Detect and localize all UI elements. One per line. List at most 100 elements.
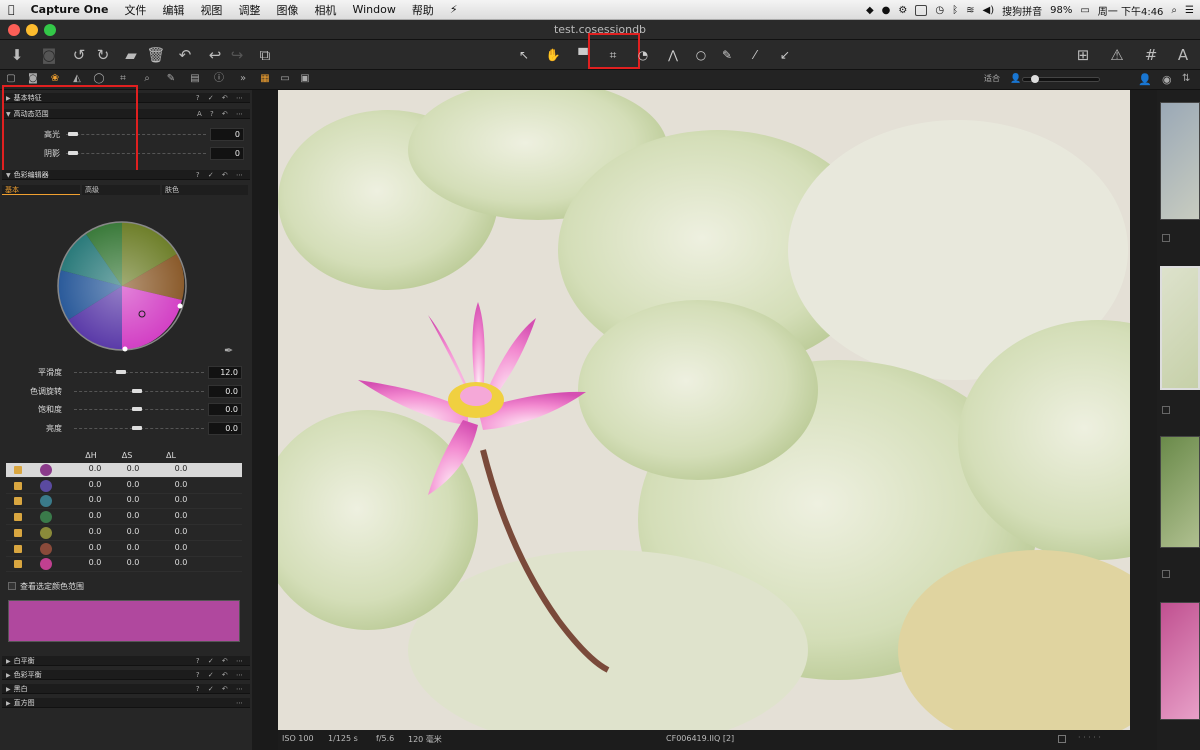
more-tabs-icon[interactable]: » — [236, 72, 250, 86]
exposure-tab-icon[interactable]: ◭ — [70, 72, 84, 86]
status-checkbox[interactable] — [1058, 735, 1066, 743]
grid-icon[interactable]: # — [1140, 45, 1162, 65]
menu-file[interactable]: 文件 — [116, 2, 154, 18]
smoothness-slider[interactable] — [74, 372, 204, 373]
header-tool-icons[interactable]: ? ✓ ↶ ⋯ — [196, 684, 246, 694]
brush-tool-icon[interactable]: ✎ — [718, 47, 736, 63]
battery-percent[interactable]: 98% — [1050, 5, 1072, 16]
qq-icon[interactable]: ● — [882, 5, 891, 16]
tab-skin-tone[interactable]: 肤色 — [162, 185, 248, 195]
lens-tab-icon[interactable]: ◯ — [92, 72, 106, 86]
header-tool-icons[interactable]: ⋯ — [236, 698, 246, 708]
thumbnail-checkbox[interactable] — [1162, 570, 1170, 578]
exposure-warning-icon[interactable]: ⚠ — [1106, 45, 1128, 65]
saturation-slider-handle[interactable] — [132, 407, 142, 411]
menu-edit[interactable]: 编辑 — [154, 2, 192, 18]
text-icon[interactable]: A — [1172, 45, 1194, 65]
battery-icon[interactable]: ▭ — [1080, 5, 1089, 16]
local-adjust-tab-icon[interactable]: ✎ — [164, 72, 178, 86]
copy-settings-icon[interactable]: ⧉ — [254, 45, 276, 65]
color-range-swatch[interactable] — [40, 558, 52, 571]
tab-basic[interactable]: 基本 — [2, 185, 80, 195]
wheel-range-handle-bottom[interactable] — [122, 346, 128, 352]
color-range-row[interactable]: 0.0 0.0 0.0 — [6, 557, 242, 573]
color-range-swatch[interactable] — [40, 526, 52, 539]
smoothness-value[interactable]: 12.0 — [208, 366, 242, 379]
eyedropper-icon[interactable]: ✒ — [224, 344, 233, 357]
thumbnail-3[interactable] — [1160, 436, 1200, 548]
color-range-swatch[interactable] — [40, 495, 52, 508]
color-range-row[interactable]: 0.0 0.0 0.0 — [6, 510, 242, 526]
keystone-tool-icon[interactable]: ⋀ — [664, 47, 682, 63]
sort-icon[interactable]: ⇅ — [1182, 73, 1190, 84]
thumbnail-checkbox[interactable] — [1162, 234, 1170, 242]
rotate-right-icon[interactable]: ↻ — [92, 45, 114, 65]
thumbnail-1[interactable] — [1160, 102, 1200, 220]
hue-rotation-value[interactable]: 0.0 — [208, 385, 242, 398]
header-tool-icons[interactable]: ? ✓ ↶ ⋯ — [196, 93, 246, 103]
trash-icon[interactable]: 🗑 — [145, 45, 167, 65]
color-range-swatch[interactable] — [40, 479, 52, 492]
color-range-swatch[interactable] — [40, 511, 52, 524]
gear-icon[interactable]: ⚙ — [898, 5, 907, 16]
thumbnail-4[interactable] — [1160, 602, 1200, 720]
color-tab-icon[interactable]: ❀ — [48, 72, 62, 86]
menu-adjust[interactable]: 调整 — [230, 2, 268, 18]
menu-help[interactable]: 帮助 — [404, 2, 442, 18]
color-range-row[interactable]: 0.0 0.0 0.0 — [6, 463, 242, 478]
clock-text[interactable]: 周一 下午4:46 — [1098, 3, 1164, 18]
wheel-range-handle-right[interactable] — [177, 303, 183, 309]
color-range-checkbox[interactable] — [14, 481, 22, 490]
volume-icon[interactable]: ◀) — [983, 5, 995, 16]
layout-grid-icon[interactable]: ⊞ — [1072, 45, 1094, 65]
rating-dots-icon[interactable]: · · · · · — [1078, 733, 1101, 742]
color-range-checkbox[interactable] — [14, 528, 22, 537]
person-large-icon[interactable]: 👤 — [1138, 73, 1152, 86]
metadata-tab-icon[interactable]: ⓘ — [212, 72, 226, 86]
rotate-left-icon[interactable]: ↺ — [68, 45, 90, 65]
tab-advanced[interactable]: 高级 — [82, 185, 160, 195]
menu-view[interactable]: 视图 — [192, 2, 230, 18]
saturation-value[interactable]: 0.0 — [208, 403, 242, 416]
color-balance-header[interactable]: ▶ 色彩平衡 ? ✓ ↶ ⋯ — [2, 670, 250, 680]
color-range-checkbox[interactable] — [14, 466, 22, 474]
zoom-slider-handle[interactable] — [1031, 75, 1039, 83]
thumbnail-2-selected[interactable] — [1160, 266, 1200, 390]
color-range-row[interactable]: 0.0 0.0 0.0 — [6, 526, 242, 541]
white-balance-header[interactable]: ▶ 白平衡 ? ✓ ↶ ⋯ — [2, 656, 250, 666]
reset-icon[interactable]: ↶ — [174, 45, 196, 65]
color-range-swatch[interactable] — [40, 464, 52, 476]
header-tool-icons[interactable]: A ? ↶ ⋯ — [197, 109, 246, 119]
spot-removal-icon[interactable]: ○ — [692, 47, 710, 63]
lotus-photo[interactable] — [278, 90, 1130, 730]
select-tool-icon[interactable]: ↖ — [515, 47, 533, 63]
single-view-icon[interactable]: ▭ — [278, 72, 292, 86]
header-tool-icons[interactable]: ? ✓ ↶ ⋯ — [196, 170, 246, 180]
color-range-row[interactable]: 0.0 0.0 0.0 — [6, 494, 242, 510]
eye-icon[interactable]: ◉ — [1162, 73, 1172, 86]
color-editor-header[interactable]: ▼ 色彩编辑器 ? ✓ ↶ ⋯ — [2, 170, 250, 180]
grid-view-icon[interactable]: ▦ — [258, 72, 272, 86]
lightness-slider-handle[interactable] — [132, 426, 142, 430]
menu-window[interactable]: Window — [344, 3, 403, 16]
highlight-value[interactable]: 0 — [210, 128, 244, 141]
menu-camera[interactable]: 相机 — [306, 2, 344, 18]
redo-icon[interactable]: ↪ — [226, 45, 248, 65]
hue-rotation-slider-handle[interactable] — [132, 389, 142, 393]
adjustments-tab-icon[interactable]: ▤ — [188, 72, 202, 86]
capture-tab-icon[interactable]: ◙ — [26, 72, 40, 86]
bolt-icon[interactable]: ⚡ — [442, 3, 466, 16]
lightness-value[interactable]: 0.0 — [208, 422, 242, 435]
menu-image[interactable]: 图像 — [268, 2, 306, 18]
bluetooth-icon[interactable]: ᛒ — [952, 5, 958, 16]
picker-tool-icon[interactable]: ⁄ — [746, 47, 764, 63]
shadow-value[interactable]: 0 — [210, 147, 244, 160]
zoom-slider[interactable] — [1022, 75, 1100, 83]
header-tool-icons[interactable]: ? ✓ ↶ ⋯ — [196, 670, 246, 680]
undo-icon[interactable]: ↩ — [204, 45, 226, 65]
color-range-checkbox[interactable] — [14, 560, 22, 569]
color-range-swatch[interactable] — [40, 542, 52, 555]
composition-tab-icon[interactable]: ⌗ — [116, 72, 130, 86]
color-range-checkbox[interactable] — [14, 513, 22, 522]
apple-icon[interactable]:  — [0, 3, 23, 16]
